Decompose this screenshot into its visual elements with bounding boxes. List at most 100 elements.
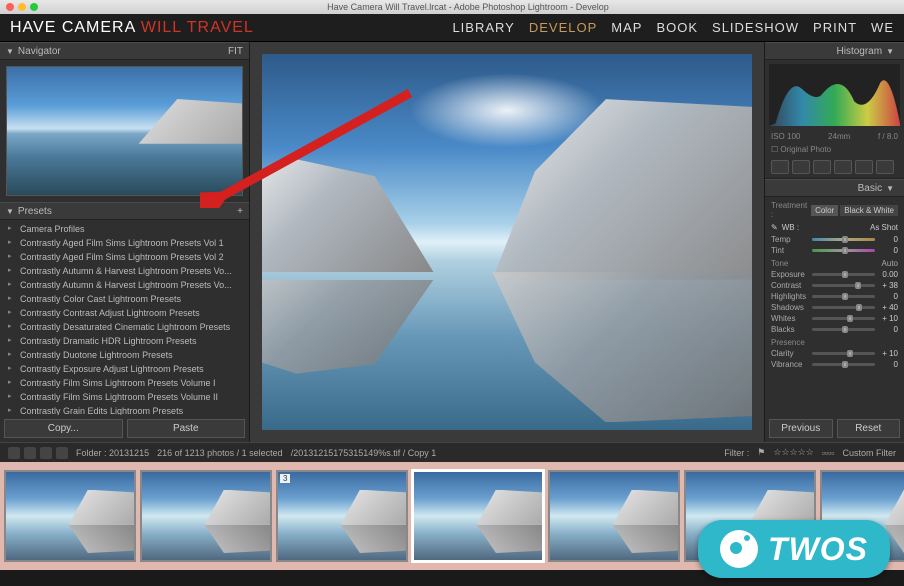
main-area: ▼ Navigator FIT ▼ Presets + Camera Profi… [0,42,904,442]
chevron-down-icon: ▼ [6,47,14,56]
navigator-header[interactable]: ▼ Navigator FIT [0,42,249,60]
preset-item[interactable]: Contrastly Exposure Adjust Lightroom Pre… [6,362,243,376]
treatment-bw-button[interactable]: Black & White [840,205,898,216]
add-preset-icon[interactable]: + [237,206,243,217]
folder-label: Folder : 20131215 [76,448,149,458]
filmstrip-thumb-selected[interactable] [412,470,544,562]
nav-map[interactable]: MAP [611,20,642,35]
tool-row [765,156,904,179]
contrast-slider[interactable]: Contrast+ 38 [771,280,898,291]
navigator-fit[interactable]: FIT [228,46,243,57]
crop-tool-icon[interactable] [771,160,789,174]
twos-icon [720,530,758,568]
loupe-view-icon[interactable] [24,447,36,459]
twos-watermark: TWOS [698,520,890,578]
nav-web[interactable]: WE [871,20,894,35]
nav-library[interactable]: LIBRARY [452,20,514,35]
custom-filter-dropdown[interactable]: Custom Filter [842,448,896,458]
exposure-slider[interactable]: Exposure0.00 [771,269,898,280]
tone-label: Tone [771,259,788,268]
preset-item[interactable]: Contrastly Duotone Lightroom Presets [6,348,243,362]
filmstrip-thumb[interactable] [140,470,272,562]
grid-view-icon[interactable] [8,447,20,459]
preset-item[interactable]: Contrastly Grain Edits Lightroom Presets [6,404,243,415]
preset-item[interactable]: Contrastly Autumn & Harvest Lightroom Pr… [6,278,243,292]
minimize-dot[interactable] [18,3,26,11]
presence-label: Presence [771,338,805,347]
redeye-tool-icon[interactable] [813,160,831,174]
clarity-slider[interactable]: Clarity+ 10 [771,348,898,359]
original-photo-toggle[interactable]: ☐ Original Photo [765,143,904,156]
temp-slider[interactable]: Temp0 [771,234,898,245]
preset-item[interactable]: Contrastly Film Sims Lightroom Presets V… [6,376,243,390]
nav-develop[interactable]: DEVELOP [529,20,597,35]
top-banner: HAVE CAMERA WILL TRAVEL LIBRARY DEVELOP … [0,14,904,42]
photo-count: 216 of 1213 photos / 1 selected [157,448,283,458]
nav-slideshow[interactable]: SLIDESHOW [712,20,799,35]
wb-dropdown[interactable]: As Shot [870,223,898,232]
tint-slider[interactable]: Tint0 [771,245,898,256]
chevron-down-icon: ▼ [886,184,894,193]
filter-label: Filter : [724,448,749,458]
histogram-info: ISO 100 24mm f / 8.0 [765,130,904,143]
histogram-display[interactable] [769,64,900,126]
previous-button[interactable]: Previous [769,419,833,438]
radial-tool-icon[interactable] [855,160,873,174]
center-viewer [250,42,764,442]
rating-filter[interactable]: ☆☆☆☆☆ [773,447,813,458]
main-image-preview[interactable] [262,54,752,430]
nav-book[interactable]: BOOK [656,20,698,35]
basic-section: Treatment : Color Black & White ✎ WB : A… [765,197,904,372]
window-title: Have Camera Will Travel.lrcat - Adobe Ph… [38,2,898,12]
window-titlebar: Have Camera Will Travel.lrcat - Adobe Ph… [0,0,904,14]
copy-button[interactable]: Copy... [4,419,123,438]
treatment-label: Treatment : [771,201,809,219]
survey-view-icon[interactable] [56,447,68,459]
eyedropper-icon[interactable]: ✎ [771,223,778,232]
close-dot[interactable] [6,3,14,11]
reset-button[interactable]: Reset [837,419,901,438]
compare-view-icon[interactable] [40,447,52,459]
left-panel: ▼ Navigator FIT ▼ Presets + Camera Profi… [0,42,250,442]
whites-slider[interactable]: Whites+ 10 [771,313,898,324]
auto-tone-button[interactable]: Auto [882,259,898,268]
filmstrip-thumb[interactable]: 3 [276,470,408,562]
chevron-down-icon: ▼ [6,207,14,216]
presets-header[interactable]: ▼ Presets + [0,202,249,220]
brand-logo: HAVE CAMERA WILL TRAVEL [10,19,254,37]
preset-item[interactable]: Contrastly Autumn & Harvest Lightroom Pr… [6,264,243,278]
histogram-header[interactable]: Histogram ▼ [765,42,904,60]
bottom-toolbar: Folder : 20131215 216 of 1213 photos / 1… [0,442,904,462]
filename-display: /20131215175315149%s.tif / Copy 1 [291,448,437,458]
brush-tool-icon[interactable] [876,160,894,174]
wb-label: WB : [782,223,866,232]
gradient-tool-icon[interactable] [834,160,852,174]
chevron-down-icon: ▼ [886,47,894,56]
basic-header[interactable]: Basic ▼ [765,179,904,197]
preset-item[interactable]: Contrastly Desaturated Cinematic Lightro… [6,320,243,334]
preset-item[interactable]: Contrastly Color Cast Lightroom Presets [6,292,243,306]
preset-item[interactable]: Contrastly Contrast Adjust Lightroom Pre… [6,306,243,320]
treatment-color-button[interactable]: Color [811,205,838,216]
navigator-preview[interactable] [6,66,243,196]
blacks-slider[interactable]: Blacks0 [771,324,898,335]
preset-item[interactable]: Contrastly Aged Film Sims Lightroom Pres… [6,250,243,264]
preset-item[interactable]: Contrastly Film Sims Lightroom Presets V… [6,390,243,404]
preset-item[interactable]: Camera Profiles [6,222,243,236]
module-nav: LIBRARY DEVELOP MAP BOOK SLIDESHOW PRINT… [452,20,894,35]
color-filter[interactable]: ▫▫▫▫ [822,448,835,458]
right-panel: Histogram ▼ ISO 100 24mm f / 8.0 ☐ Origi… [764,42,904,442]
filmstrip-thumb[interactable] [4,470,136,562]
shadows-slider[interactable]: Shadows+ 40 [771,302,898,313]
maximize-dot[interactable] [30,3,38,11]
preset-item[interactable]: Contrastly Aged Film Sims Lightroom Pres… [6,236,243,250]
vibrance-slider[interactable]: Vibrance0 [771,359,898,370]
nav-print[interactable]: PRINT [813,20,857,35]
highlights-slider[interactable]: Highlights0 [771,291,898,302]
spot-tool-icon[interactable] [792,160,810,174]
paste-button[interactable]: Paste [127,419,246,438]
preset-item[interactable]: Contrastly Dramatic HDR Lightroom Preset… [6,334,243,348]
preset-list: Camera Profiles Contrastly Aged Film Sim… [0,220,249,415]
flag-filter-icon[interactable]: ⚑ [757,447,765,458]
filmstrip-thumb[interactable] [548,470,680,562]
